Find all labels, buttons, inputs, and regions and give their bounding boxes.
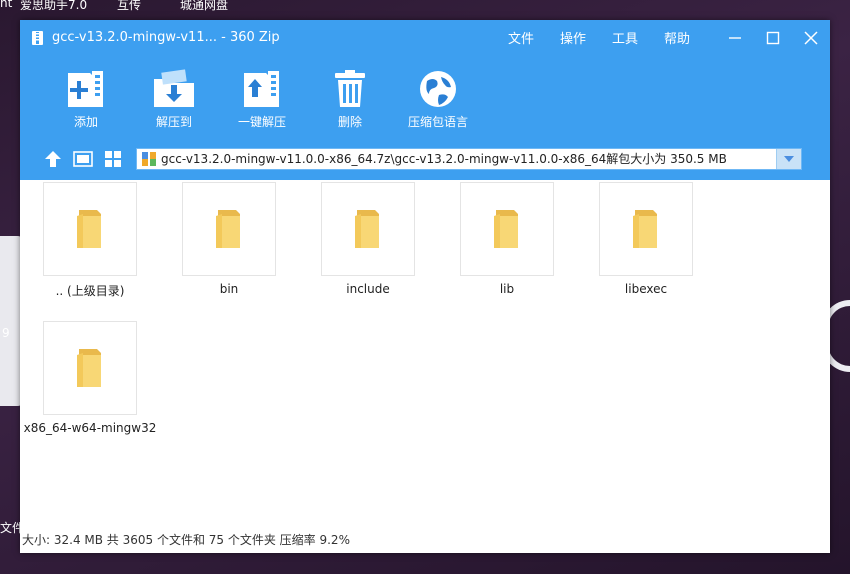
- file-thumbnail: [460, 182, 554, 276]
- menu-operation[interactable]: 操作: [560, 28, 586, 47]
- desktop-label-huchuan: 互传: [117, 0, 142, 12]
- archive-language-button[interactable]: 压缩包语言: [394, 55, 482, 130]
- zip-app-icon: [32, 30, 43, 45]
- view-grid-button[interactable]: [98, 147, 128, 171]
- folder-icon: [633, 210, 657, 248]
- path-dropdown-button[interactable]: [776, 148, 801, 169]
- zip-window: gcc-v13.2.0-mingw-v11... - 360 Zip 文件 操作…: [20, 20, 830, 553]
- delete-button[interactable]: 删除: [306, 55, 394, 130]
- file-name: libexec: [624, 282, 668, 296]
- archive-language-label: 压缩包语言: [407, 115, 468, 129]
- add-archive-icon: [68, 71, 103, 107]
- file-name: .. (上级目录): [55, 284, 125, 298]
- folder-icon: [494, 210, 518, 248]
- globe-icon: [420, 71, 456, 107]
- file-name: lib: [499, 282, 515, 296]
- file-thumbnail: [43, 321, 137, 415]
- desktop-app-icon-partial[interactable]: [0, 236, 22, 406]
- menu-tools[interactable]: 工具: [612, 28, 638, 47]
- minimize-icon: [729, 36, 741, 39]
- title-bar[interactable]: gcc-v13.2.0-mingw-v11... - 360 Zip 文件 操作…: [20, 20, 830, 55]
- chevron-down-icon: [784, 155, 794, 162]
- file-item-libexec[interactable]: libexec: [586, 182, 706, 296]
- extract-to-button[interactable]: 解压到: [130, 55, 218, 130]
- window-title: gcc-v13.2.0-mingw-v11... - 360 Zip: [52, 30, 280, 45]
- file-name: x86_64-w64-mingw32: [23, 421, 157, 435]
- folder-icon: [355, 210, 379, 248]
- folder-icon: [77, 349, 101, 387]
- folder-icon: [216, 210, 240, 248]
- file-item-x86-64-w64-mingw32[interactable]: x86_64-w64-mingw32: [24, 321, 156, 435]
- up-level-button[interactable]: [38, 147, 68, 171]
- desktop-label-nt: nt: [0, 0, 13, 10]
- close-button[interactable]: [792, 20, 830, 55]
- arrow-up-icon: [45, 150, 61, 167]
- path-text: gcc-v13.2.0-mingw-v11.0.0-x86_64.7z\gcc-…: [161, 152, 727, 166]
- file-thumbnail: [43, 182, 137, 276]
- maximize-icon: [766, 31, 780, 44]
- grid-icon: [105, 150, 121, 167]
- trash-icon: [335, 70, 365, 107]
- desktop-label-aisi: 爱思助手7.0: [20, 0, 88, 12]
- view-thumbnail-icon: [73, 150, 93, 167]
- one-click-extract-icon: [244, 71, 279, 107]
- view-large-button[interactable]: [68, 147, 98, 171]
- file-thumbnail: [182, 182, 276, 276]
- file-thumbnail: [321, 182, 415, 276]
- close-icon: [804, 30, 818, 45]
- file-item-bin[interactable]: bin: [169, 182, 289, 296]
- file-thumbnail: [599, 182, 693, 276]
- path-bar[interactable]: gcc-v13.2.0-mingw-v11.0.0-x86_64.7z\gcc-…: [136, 147, 802, 170]
- file-list: .. (上级目录) bin include lib libexec x86_64…: [20, 180, 830, 535]
- minimize-button[interactable]: [716, 20, 754, 55]
- file-item-lib[interactable]: lib: [447, 182, 567, 296]
- one-click-extract-button[interactable]: 一键解压: [218, 55, 306, 130]
- delete-label: 删除: [337, 115, 362, 129]
- status-text: 大小: 32.4 MB 共 3605 个文件和 75 个文件夹 压缩率 9.2%: [22, 532, 350, 547]
- file-item-parent[interactable]: .. (上级目录): [30, 182, 150, 299]
- file-name: include: [346, 282, 390, 296]
- extract-to-label: 解压到: [155, 115, 192, 129]
- navigation-bar: gcc-v13.2.0-mingw-v11.0.0-x86_64.7z\gcc-…: [20, 137, 830, 180]
- maximize-button[interactable]: [754, 20, 792, 55]
- file-name: bin: [219, 282, 239, 296]
- status-bar: 大小: 32.4 MB 共 3605 个文件和 75 个文件夹 压缩率 9.2%: [20, 525, 830, 553]
- add-label: 添加: [73, 115, 98, 129]
- add-button[interactable]: 添加: [42, 55, 130, 130]
- archive-file-icon: [142, 151, 156, 166]
- one-click-extract-label: 一键解压: [237, 115, 286, 129]
- menu-bar: 文件 操作 工具 帮助: [508, 28, 716, 47]
- extract-folder-icon: [154, 69, 194, 107]
- menu-help[interactable]: 帮助: [664, 28, 690, 47]
- file-item-include[interactable]: include: [308, 182, 428, 296]
- toolbar: 添加 解压到 一键解压 删除 压缩包语言: [20, 55, 830, 137]
- desktop-label-partial: 9: [2, 326, 10, 340]
- desktop-label-chengtong: 城通网盘: [180, 0, 229, 12]
- menu-file[interactable]: 文件: [508, 28, 534, 47]
- folder-icon: [77, 210, 101, 248]
